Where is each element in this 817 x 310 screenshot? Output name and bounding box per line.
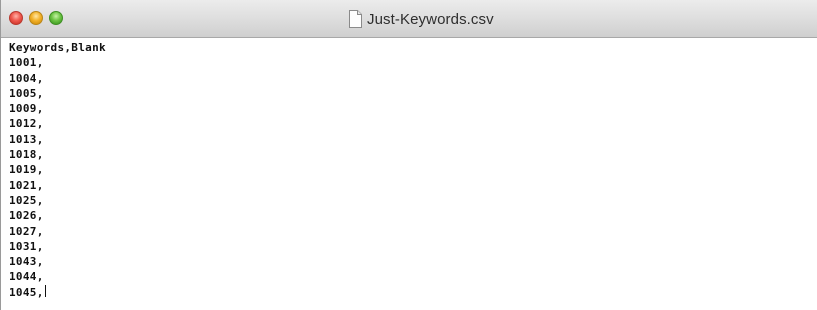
close-button[interactable] — [9, 11, 23, 25]
csv-data-line: 1045, — [9, 284, 46, 299]
csv-data-line: 1001, — [9, 56, 44, 70]
csv-data-line: 1013, — [9, 132, 44, 146]
csv-data-line: 1021, — [9, 178, 44, 192]
zoom-button[interactable] — [49, 11, 63, 25]
window-title-group: Just-Keywords.csv — [348, 8, 494, 30]
csv-data-line: 1005, — [9, 86, 44, 100]
csv-data-line: 1031, — [9, 239, 44, 253]
csv-data-line: 1043, — [9, 255, 44, 269]
csv-header-line: Keywords,Blank — [9, 41, 106, 54]
text-cursor — [44, 284, 46, 297]
window-title: Just-Keywords.csv — [367, 10, 494, 28]
text-editor-window: Just-Keywords.csv Keywords,Blank 1001, 100… — [0, 0, 817, 310]
csv-data-line: 1012, — [9, 117, 44, 131]
csv-data-line: 1025, — [9, 193, 44, 207]
csv-data-line: 1044, — [9, 270, 44, 284]
csv-data-line: 1004, — [9, 71, 44, 85]
csv-data-line: 1026, — [9, 209, 44, 223]
csv-data-line: 1018, — [9, 148, 44, 162]
text-editor-area[interactable]: Keywords,Blank 1001, 1004, 1005, 1009, 1012, 1… — [9, 40, 809, 308]
csv-data-line: 1019, — [9, 163, 44, 177]
minimize-button[interactable] — [29, 11, 43, 25]
csv-data-line: 1009, — [9, 102, 44, 116]
title-bar[interactable]: Just-Keywords.csv — [1, 0, 817, 38]
document-icon — [349, 10, 362, 28]
csv-data-line: 1027, — [9, 224, 44, 238]
